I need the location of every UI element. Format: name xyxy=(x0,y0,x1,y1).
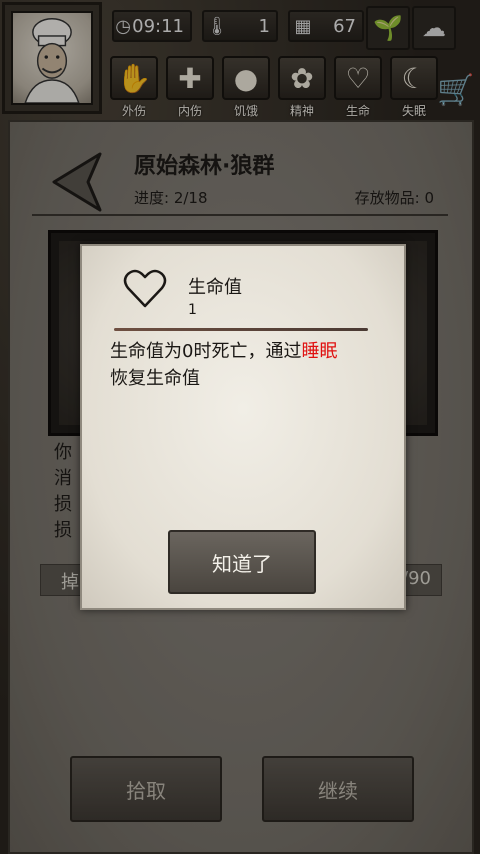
dialog-ok-button[interactable]: 知道了 xyxy=(168,530,316,594)
highlight-text: 睡眠 xyxy=(301,341,338,362)
heart-icon xyxy=(123,269,167,308)
dialog-value: 1 xyxy=(188,302,197,318)
health-info-dialog: 生命值 1 生命值为0时死亡，通过睡眠 恢复生命值 知道了 xyxy=(80,244,406,610)
dialog-title: 生命值 xyxy=(188,277,242,298)
dialog-divider xyxy=(114,328,368,331)
dialog-description: 生命值为0时死亡，通过睡眠 恢复生命值 xyxy=(110,341,338,389)
